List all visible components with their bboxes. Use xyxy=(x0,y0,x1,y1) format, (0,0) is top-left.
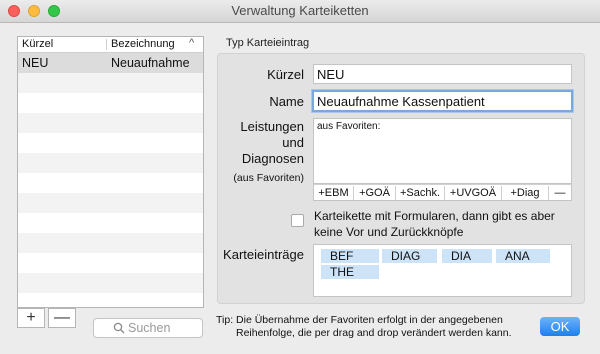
sort-ascending-icon[interactable]: ^ xyxy=(189,37,194,49)
empty-row xyxy=(18,93,203,113)
search-field[interactable]: Suchen xyxy=(93,318,203,338)
karteieintraege-box[interactable]: BEF DIAG DIA ANA THE xyxy=(313,244,572,297)
kuerzel-value: NEU xyxy=(317,67,345,82)
favoriten-header: aus Favoriten: xyxy=(317,121,381,132)
add-sachkosten-button[interactable]: +Sachk. xyxy=(396,186,445,200)
tip-line-2: Reihenfolge, die per drag and drop verän… xyxy=(236,327,512,339)
cell-bezeichnung: Neuaufnahme xyxy=(111,56,190,70)
empty-row xyxy=(18,173,203,193)
table-header: Kürzel Bezeichnung ^ xyxy=(18,37,203,53)
title-bar: Verwaltung Karteiketten xyxy=(0,0,600,23)
eintrag-chip[interactable]: BEF xyxy=(321,249,379,263)
search-icon xyxy=(113,322,125,334)
empty-row xyxy=(18,133,203,153)
eintrag-chip[interactable]: DIA xyxy=(442,249,492,263)
favoriten-buttons: +EBM +GOÄ +Sachk. +UVGOÄ +Diag — xyxy=(313,184,572,201)
add-ebm-button[interactable]: +EBM xyxy=(314,186,354,200)
name-value: Neuaufnahme Kassenpatient xyxy=(317,94,485,109)
aus-favoriten-label: (aus Favoriten) xyxy=(233,172,304,184)
tip-text: Tip: Die Übernahme der Favoriten erfolgt… xyxy=(216,314,503,327)
add-goae-button[interactable]: +GOÄ xyxy=(354,186,396,200)
table-row[interactable]: NEU Neuaufnahme xyxy=(18,53,203,73)
eintrag-chip[interactable]: DIAG xyxy=(382,249,437,263)
formulare-checkbox[interactable] xyxy=(291,214,304,227)
kuerzel-field[interactable]: NEU xyxy=(313,64,572,84)
ok-button[interactable]: OK xyxy=(540,317,580,336)
window: Verwaltung Karteiketten Kürzel Bezeichnu… xyxy=(0,0,600,354)
column-divider[interactable] xyxy=(106,39,107,50)
karteieintraege-label: Karteieinträge xyxy=(223,247,304,262)
remove-entry-button[interactable]: — xyxy=(48,308,76,328)
empty-row xyxy=(18,293,203,307)
favoriten-textarea[interactable]: aus Favoriten: xyxy=(313,118,572,184)
group-title: Typ Karteieintrag xyxy=(226,37,310,49)
leistungen-label: Leistungen xyxy=(240,119,304,134)
kuerzel-label: Kürzel xyxy=(267,67,304,82)
add-entry-button[interactable]: + xyxy=(17,308,45,328)
diagnosen-label: Diagnosen xyxy=(241,151,304,166)
window-title: Verwaltung Karteiketten xyxy=(231,3,369,18)
cell-kuerzel: NEU xyxy=(22,56,49,70)
empty-row xyxy=(18,233,203,253)
und-label: und xyxy=(282,135,304,150)
empty-row xyxy=(18,153,203,173)
empty-row xyxy=(18,73,203,93)
name-label: Name xyxy=(269,94,304,109)
eintrag-chip[interactable]: THE xyxy=(321,265,379,279)
empty-row xyxy=(18,253,203,273)
empty-row xyxy=(18,213,203,233)
empty-row xyxy=(18,273,203,293)
add-uvgoae-button[interactable]: +UVGOÄ xyxy=(445,186,502,200)
eintrag-chip[interactable]: ANA xyxy=(496,249,550,263)
remove-favorit-button[interactable]: — xyxy=(549,186,571,200)
tip-line-1: Die Übernahme der Favoriten erfolgt in d… xyxy=(236,314,503,326)
formulare-checkbox-label: Karteikette mit Formularen, dann gibt es… xyxy=(314,209,555,239)
karteikette-table[interactable]: Kürzel Bezeichnung ^ NEU Neuaufnahme xyxy=(17,36,204,308)
column-header-bezeichnung[interactable]: Bezeichnung xyxy=(111,38,175,50)
search-placeholder: Suchen xyxy=(128,321,171,335)
add-diag-button[interactable]: +Diag xyxy=(502,186,549,200)
tip-label: Tip: xyxy=(216,314,234,326)
name-field[interactable]: Neuaufnahme Kassenpatient xyxy=(312,90,573,112)
empty-row xyxy=(18,193,203,213)
column-header-kuerzel[interactable]: Kürzel xyxy=(22,38,53,50)
empty-row xyxy=(18,113,203,133)
